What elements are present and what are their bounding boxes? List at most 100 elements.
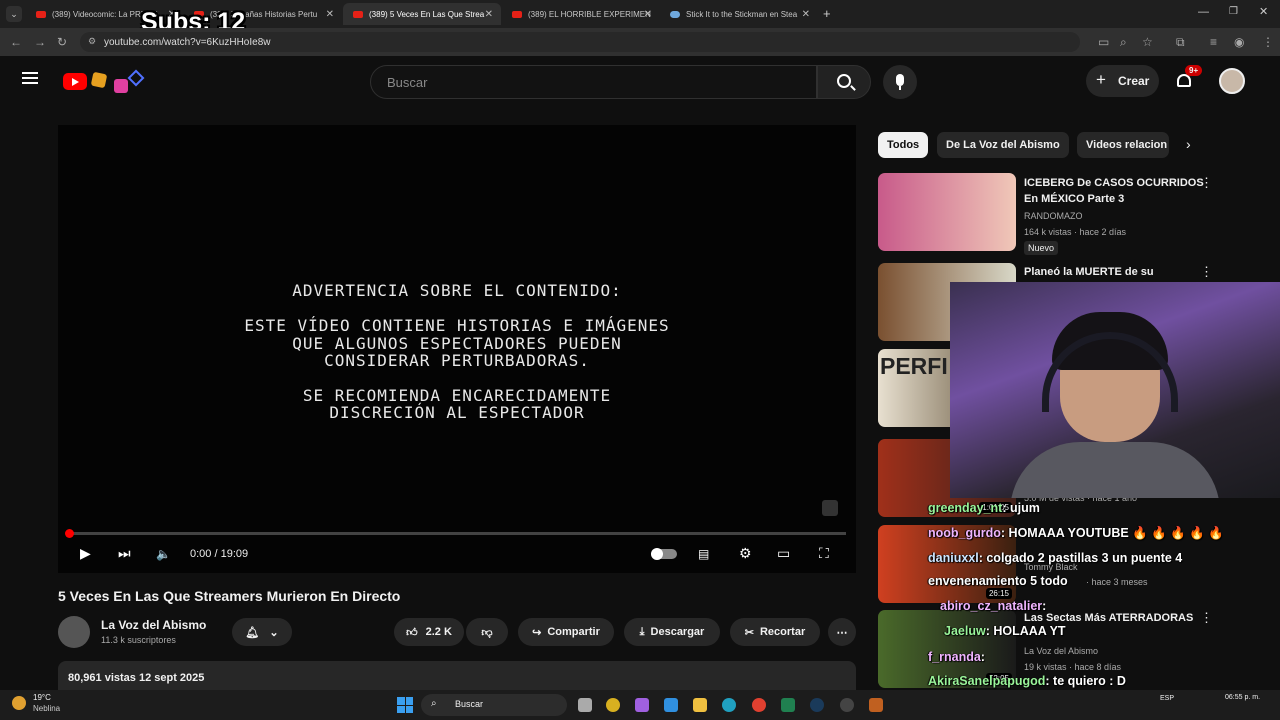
more-options-icon[interactable]: ⋮	[1200, 175, 1213, 191]
close-icon[interactable]: ✕	[802, 9, 810, 20]
create-button[interactable]: + Crear	[1086, 65, 1159, 97]
thumbs-down-icon: 👎︎	[481, 626, 493, 639]
video-player[interactable]: ADVERTENCIA SOBRE EL CONTENIDO: ESTE VÍD…	[58, 125, 856, 573]
file-explorer-icon[interactable]	[693, 698, 707, 712]
share-button[interactable]: ↪ Compartir	[518, 618, 614, 646]
chrome-icon[interactable]	[752, 698, 766, 712]
chevron-down-icon: ⌄	[269, 626, 279, 639]
bookmark-star-icon[interactable]: ☆	[1142, 35, 1153, 49]
subscribe-bell-button[interactable]: 🔔︎ ⌄	[232, 618, 292, 646]
chevron-right-icon[interactable]: ›	[1186, 136, 1191, 152]
dislike-button[interactable]: 👎︎	[466, 618, 508, 646]
tab-3-active[interactable]: (389) 5 Veces En Las Que Strea ✕	[343, 3, 501, 25]
like-count: 2.2 K	[425, 626, 452, 638]
cast-icon[interactable]: ▭	[1098, 35, 1109, 49]
channel-name[interactable]: La Voz del Abismo	[101, 618, 206, 632]
profile-icon[interactable]: ◉	[1234, 35, 1244, 49]
tab-5[interactable]: Stick It to the Stickman en Stea ✕	[660, 3, 818, 25]
back-icon[interactable]: ←	[10, 35, 22, 49]
close-icon[interactable]: ✕	[644, 9, 652, 20]
channel-watermark-icon[interactable]	[822, 500, 838, 516]
youtube-favicon-icon	[512, 10, 522, 18]
youtube-logo[interactable]	[63, 73, 87, 90]
rec-channel-1[interactable]: RANDOMAZO	[1024, 211, 1083, 221]
warning-line: DISCRECIÓN AL ESPECTADOR	[329, 403, 585, 422]
app-icon[interactable]	[606, 698, 620, 712]
rec-title-1[interactable]: ICEBERG De CASOS OCURRIDOS En MÉXICO Par…	[1024, 175, 1204, 207]
obs-icon[interactable]	[840, 698, 854, 712]
edge-icon[interactable]	[722, 698, 736, 712]
fullscreen-icon[interactable]: ⛶	[819, 545, 829, 562]
close-icon[interactable]: ✕	[485, 9, 493, 20]
volume-icon[interactable]: 🔈	[156, 547, 171, 561]
notifications-button[interactable]: 9+	[1175, 65, 1203, 90]
clip-label: Recortar	[759, 626, 806, 638]
close-icon[interactable]: ✕	[326, 9, 334, 20]
play-icon[interactable]: ▶	[80, 545, 91, 562]
task-view-icon[interactable]	[578, 698, 592, 712]
start-windows-icon[interactable]	[397, 697, 413, 713]
create-label: Crear	[1118, 74, 1150, 88]
tab-4[interactable]: (389) EL HORRIBLE EXPERIMEN ✕	[502, 3, 660, 25]
more-options-icon[interactable]: ⋮	[1200, 610, 1213, 626]
minimize-button[interactable]: —	[1198, 6, 1209, 18]
forward-icon[interactable]: →	[34, 35, 46, 49]
extensions-icon[interactable]: ⧉	[1176, 35, 1185, 50]
next-icon[interactable]: ⏭	[118, 545, 131, 562]
subtitles-icon[interactable]: ▤	[698, 547, 709, 561]
autoplay-toggle[interactable]	[651, 548, 677, 560]
warning-line: CONSIDERAR PERTURBADORAS.	[324, 351, 590, 370]
language-indicator[interactable]: ESP	[1160, 695, 1174, 702]
reading-list-icon[interactable]: ≡	[1210, 35, 1217, 49]
weather-temp: 19°C	[33, 693, 51, 702]
tab-list-button[interactable]: ⌄	[6, 6, 22, 22]
steam-icon[interactable]	[810, 698, 824, 712]
bell-icon: 🔔︎	[245, 626, 260, 639]
chip-all[interactable]: Todos	[878, 132, 929, 158]
voice-search-button[interactable]	[883, 65, 917, 99]
zoom-icon[interactable]: ⌕	[1120, 35, 1127, 50]
close-window-button[interactable]: ✕	[1259, 5, 1268, 18]
settings-gear-icon[interactable]: ⚙	[739, 545, 752, 562]
rec-channel-6[interactable]: La Voz del Abismo	[1024, 646, 1098, 656]
taskbar-search[interactable]: ⌕ Buscar	[421, 694, 567, 716]
site-info-icon[interactable]: ⚙	[88, 36, 96, 47]
theater-mode-icon[interactable]: ▭	[777, 545, 790, 562]
hamburger-menu-icon[interactable]	[22, 72, 38, 84]
channel-avatar[interactable]	[58, 616, 90, 648]
address-bar: ← → ↻ ⚙ youtube.com/watch?v=6KuzHHoIe8w …	[0, 28, 1280, 56]
menu-dots-icon[interactable]: ⋮	[1262, 35, 1274, 49]
url-field[interactable]: ⚙ youtube.com/watch?v=6KuzHHoIe8w	[80, 32, 1080, 52]
more-actions-button[interactable]: ⋯	[828, 618, 856, 646]
chip-channel[interactable]: De La Voz del Abismo	[937, 132, 1069, 158]
scissors-icon: ✂	[744, 626, 754, 639]
like-button[interactable]: 👍︎ 2.2 K	[394, 618, 464, 646]
webcam-overlay	[950, 282, 1280, 498]
rec-meta-6: 19 k vistas · hace 8 días	[1024, 662, 1122, 672]
chip-related[interactable]: Videos relacion	[1077, 132, 1169, 158]
time-display: 0:00 / 19:09	[190, 548, 249, 560]
progress-scrubber[interactable]	[65, 529, 74, 538]
excel-icon[interactable]	[781, 698, 795, 712]
views-date: 80,961 vistas 12 sept 2025	[68, 672, 205, 684]
chat-message: AkiraSanelpapugod: te quiero : D	[928, 674, 1126, 688]
new-tab-button[interactable]: +	[823, 6, 831, 21]
search-input[interactable]: Buscar	[370, 65, 817, 99]
thumbnail-1[interactable]	[878, 173, 1016, 251]
search-button[interactable]	[817, 65, 871, 99]
download-button[interactable]: ⤓ Descargar	[624, 618, 720, 646]
more-options-icon[interactable]: ⋮	[1200, 264, 1213, 280]
doodle-logo-icon[interactable]	[90, 69, 146, 95]
weather-icon[interactable]	[12, 696, 26, 710]
maximize-button[interactable]: ❐	[1229, 6, 1238, 17]
copilot-icon[interactable]	[635, 698, 649, 712]
plus-icon: +	[1096, 70, 1106, 89]
avatar[interactable]	[1219, 68, 1245, 94]
clip-button[interactable]: ✂ Recortar	[730, 618, 820, 646]
app-icon[interactable]	[869, 698, 883, 712]
store-icon[interactable]	[664, 698, 678, 712]
clock[interactable]: 06:55 p. m.	[1225, 694, 1260, 701]
rec-title-2[interactable]: Planeó la MUERTE de su	[1024, 264, 1204, 280]
progress-bar[interactable]	[65, 529, 846, 538]
reload-icon[interactable]: ↻	[57, 35, 67, 49]
